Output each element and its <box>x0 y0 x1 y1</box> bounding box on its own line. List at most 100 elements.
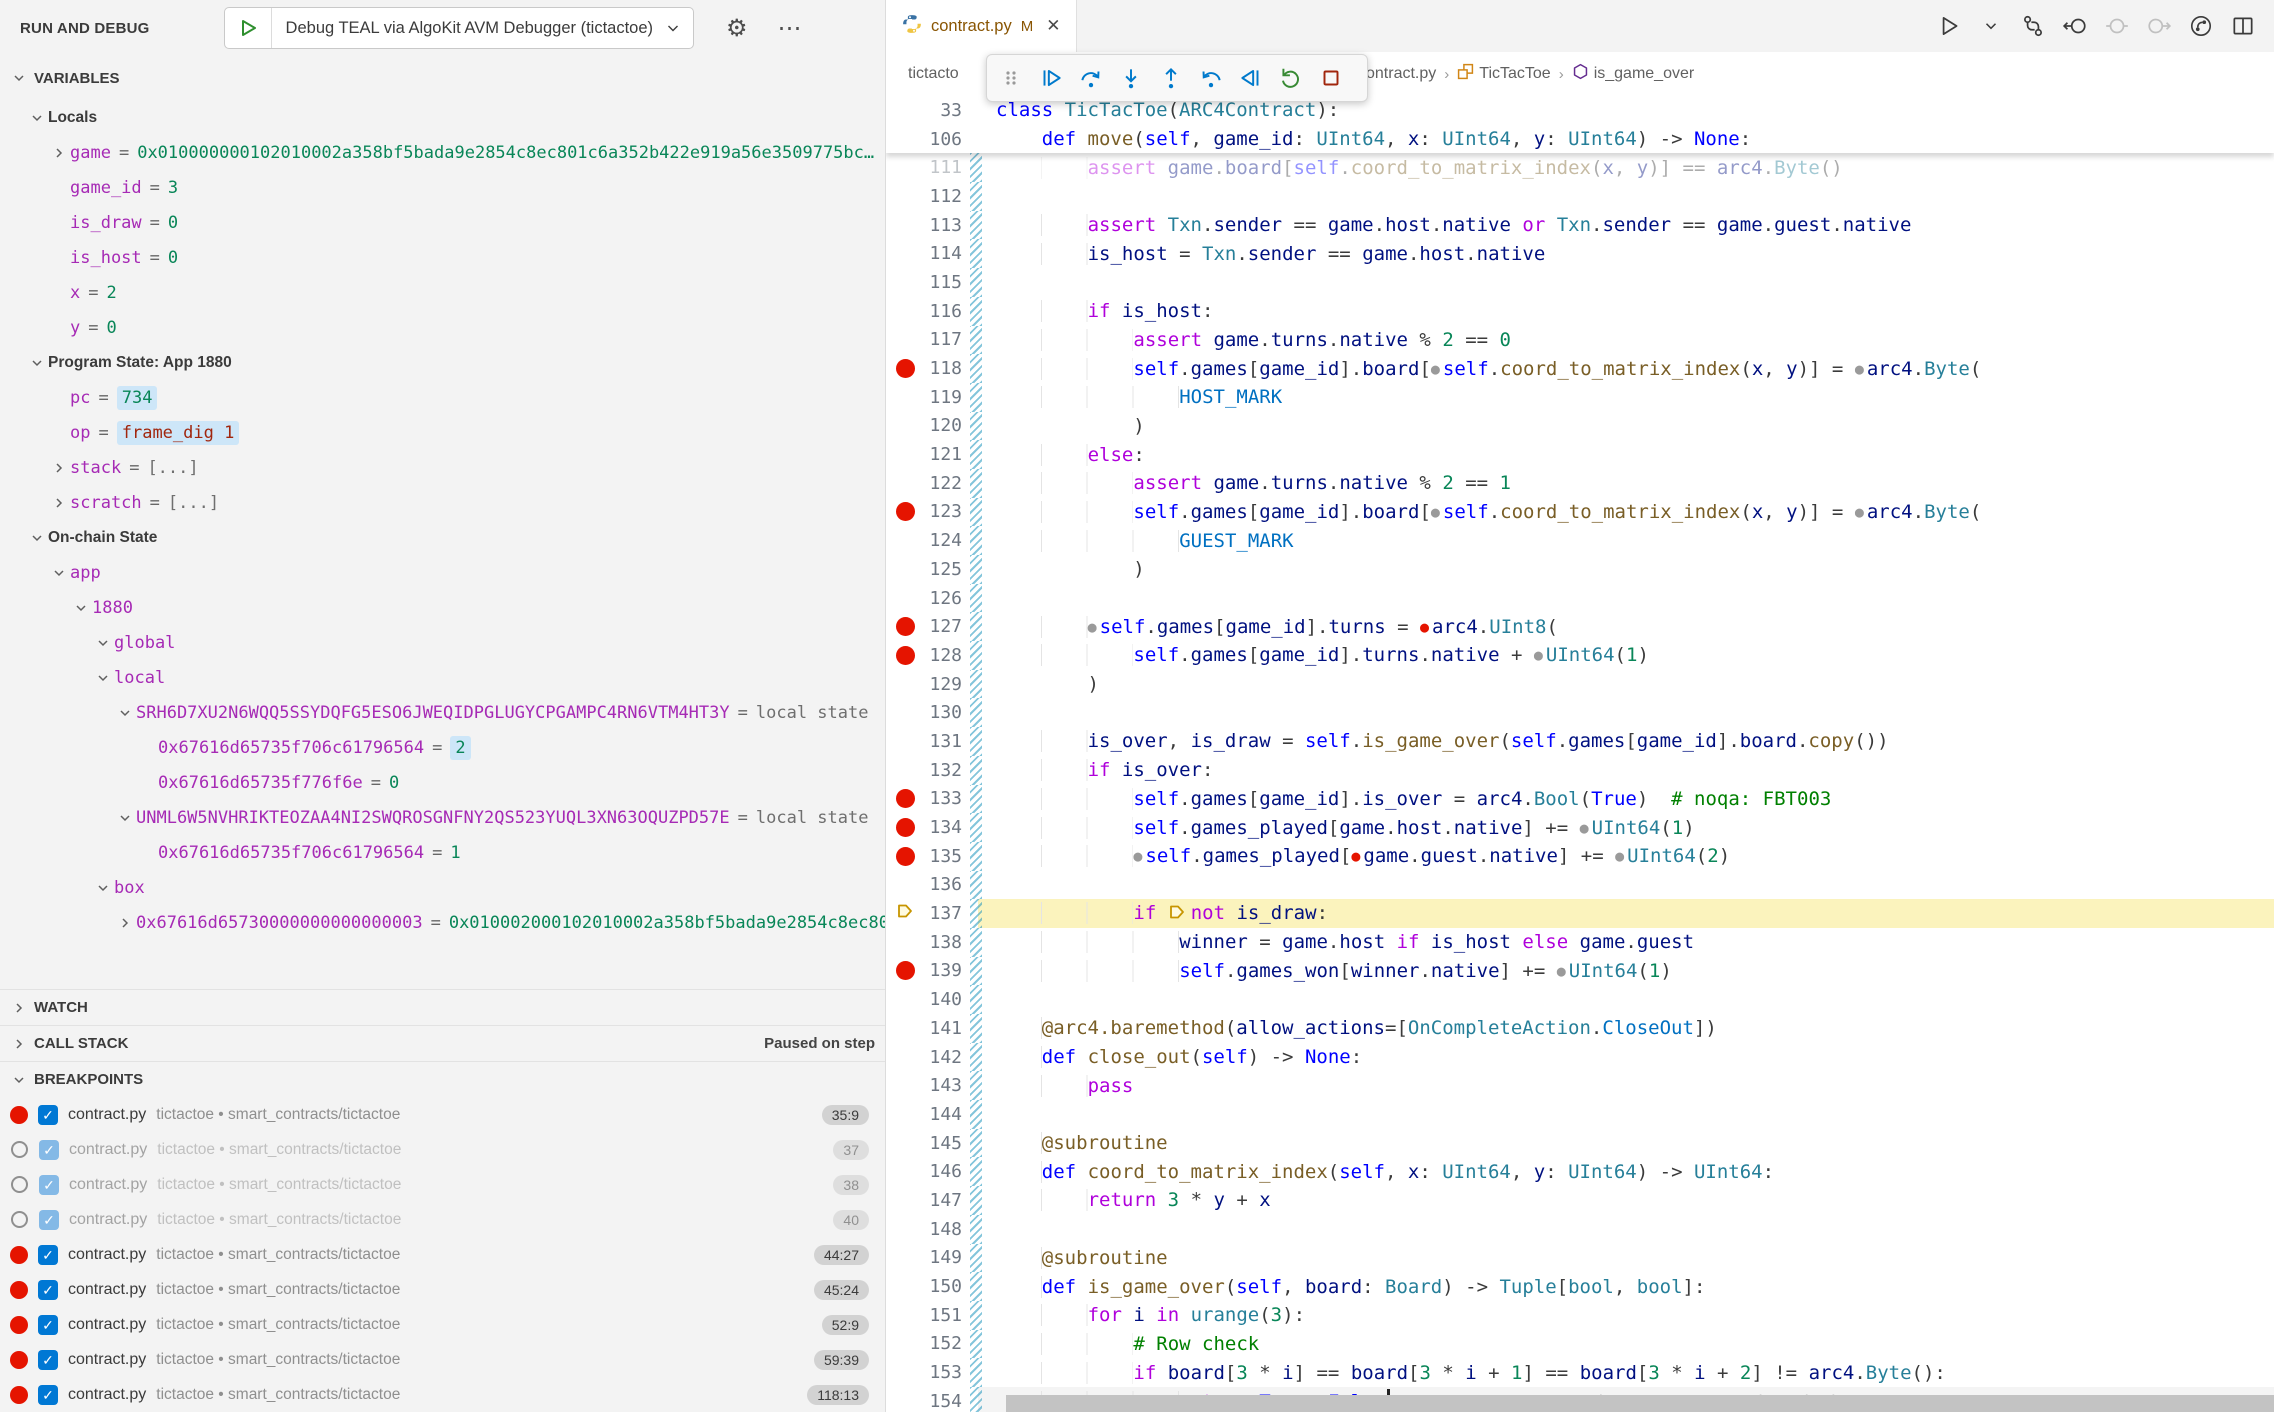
tree-item-0x67616d65735f706c617965[interactable]: 0x67616d65735f706c61796564=2 <box>0 730 885 765</box>
breadcrumb-item-TicTacToe[interactable]: TicTacToe <box>1457 63 1550 85</box>
tree-item-1880[interactable]: 1880 <box>0 590 885 625</box>
code-line-113[interactable]: 113 assert Txn.sender == game.host.nativ… <box>886 211 2274 240</box>
chevron-down-icon[interactable] <box>8 70 30 86</box>
inline-breakpoint-candidate-icon[interactable]: ● <box>1431 503 1440 521</box>
code-line-117[interactable]: 117 assert game.turns.native % 2 == 0 <box>886 326 2274 355</box>
breakpoint-icon[interactable] <box>896 359 915 378</box>
breakpoint-icon[interactable] <box>896 646 915 665</box>
breakpoint-icon[interactable] <box>896 789 915 808</box>
code-line-147[interactable]: 147 return 3 * y + x <box>886 1186 2274 1215</box>
code-line-153[interactable]: 153 if board[3 * i] == board[3 * i + 1] … <box>886 1358 2274 1387</box>
tree-item-is_draw[interactable]: is_draw=0 <box>0 205 885 240</box>
chevron-down-icon[interactable] <box>26 530 48 546</box>
tab-contract-py[interactable]: contract.py M ✕ <box>886 0 1077 52</box>
code-line-136[interactable]: 136 <box>886 871 2274 900</box>
tree-item-stack[interactable]: stack=[...] <box>0 450 885 485</box>
tree-item-x[interactable]: x=2 <box>0 275 885 310</box>
tree-item-UNML6W5NVHRIKTEOZAA4NI2S[interactable]: UNML6W5NVHRIKTEOZAA4NI2SWQROSGNFNY2QS523… <box>0 800 885 835</box>
horizontal-scrollbar[interactable] <box>1006 1395 2274 1412</box>
close-icon[interactable]: ✕ <box>1046 16 1060 36</box>
chevron-right-icon[interactable] <box>48 495 70 511</box>
code-line-128[interactable]: 128 self.games[game_id].turns.native + ●… <box>886 641 2274 670</box>
breakpoint-gutter[interactable] <box>886 502 924 521</box>
sticky-scroll[interactable]: 33class TicTacToe(ARC4Contract):106 def … <box>886 96 2274 153</box>
chevron-down-icon[interactable] <box>92 635 114 651</box>
source-graph-icon[interactable] <box>2184 9 2218 43</box>
variables-section-header[interactable]: VARIABLES <box>0 56 885 100</box>
stop-icon[interactable] <box>1311 58 1351 98</box>
inline-breakpoint-candidate-icon[interactable]: ● <box>1534 646 1543 664</box>
tree-item-op[interactable]: op=frame_dig 1 <box>0 415 885 450</box>
code-line-151[interactable]: 151 for i in urange(3): <box>886 1301 2274 1330</box>
code-line-123[interactable]: 123 self.games[game_id].board[●self.coor… <box>886 498 2274 527</box>
breakpoint-checkbox[interactable]: ✓ <box>38 1280 58 1300</box>
tree-item-game[interactable]: game=0x010000000102010002a358bf5bada9e28… <box>0 135 885 170</box>
chevron-down-icon[interactable] <box>92 670 114 686</box>
chevron-right-icon[interactable] <box>8 1036 30 1052</box>
breakpoint-checkbox[interactable]: ✓ <box>38 1245 58 1265</box>
debug-config-control[interactable]: Debug TEAL via AlgoKit AVM Debugger (tic… <box>224 7 694 49</box>
code-line-148[interactable]: 148 <box>886 1215 2274 1244</box>
breakpoint-gutter[interactable] <box>886 961 924 980</box>
code-line-135[interactable]: 135 ●self.games_played[●game.guest.nativ… <box>886 842 2274 871</box>
run-python-file-icon[interactable] <box>1932 9 1966 43</box>
run-dropdown-chevron-icon[interactable] <box>1974 9 2008 43</box>
code-line-120[interactable]: 120 ) <box>886 412 2274 441</box>
breakpoint-checkbox[interactable]: ✓ <box>39 1140 59 1160</box>
breakpoint-gutter[interactable] <box>886 789 924 808</box>
breakpoint-row[interactable]: ✓contract.pytictactoe • smart_contracts/… <box>0 1307 885 1342</box>
restart-icon[interactable] <box>1271 58 1311 98</box>
tree-item-is_host[interactable]: is_host=0 <box>0 240 885 275</box>
breakpoint-checkbox[interactable]: ✓ <box>38 1105 58 1125</box>
code-line-115[interactable]: 115 <box>886 268 2274 297</box>
code-line-129[interactable]: 129 ) <box>886 670 2274 699</box>
inline-breakpoint-icon[interactable]: ● <box>1351 847 1360 865</box>
grip-icon[interactable] <box>991 58 1031 98</box>
gear-icon[interactable]: ⚙ <box>726 14 748 43</box>
code-line-125[interactable]: 125 ) <box>886 555 2274 584</box>
code-line-124[interactable]: 124 GUEST_MARK <box>886 526 2274 555</box>
code-line-146[interactable]: 146 def coord_to_matrix_index(self, x: U… <box>886 1157 2274 1186</box>
breakpoint-checkbox[interactable]: ✓ <box>39 1175 59 1195</box>
breakpoint-icon[interactable] <box>896 617 915 636</box>
breakpoint-icon[interactable] <box>896 847 915 866</box>
code-line-131[interactable]: 131 is_over, is_draw = self.is_game_over… <box>886 727 2274 756</box>
breakpoint-checkbox[interactable]: ✓ <box>39 1210 59 1230</box>
chevron-down-icon[interactable] <box>8 1072 30 1088</box>
tree-item-app[interactable]: app <box>0 555 885 590</box>
ellipsis-icon[interactable]: ⋯ <box>778 14 804 43</box>
inline-breakpoint-candidate-icon[interactable]: ● <box>1088 618 1097 636</box>
code-line-137[interactable]: 137 if not is_draw: <box>886 899 2274 928</box>
code-line-139[interactable]: 139 self.games_won[winner.native] += ●UI… <box>886 957 2274 986</box>
step-over-icon[interactable] <box>1071 58 1111 98</box>
chevron-down-icon[interactable] <box>48 565 70 581</box>
code-line-142[interactable]: 142 def close_out(self) -> None: <box>886 1043 2274 1072</box>
tree-item-scratch[interactable]: scratch=[...] <box>0 485 885 520</box>
breadcrumb-item-contract.py[interactable]: contract.py <box>1358 65 1436 83</box>
inline-breakpoint-candidate-icon[interactable]: ● <box>1133 847 1142 865</box>
breakpoint-checkbox[interactable]: ✓ <box>38 1350 58 1370</box>
breakpoint-row[interactable]: ✓contract.pytictactoe • smart_contracts/… <box>0 1237 885 1272</box>
code-line-119[interactable]: 119 HOST_MARK <box>886 383 2274 412</box>
breakpoint-row[interactable]: ✓contract.pytictactoe • smart_contracts/… <box>0 1377 885 1412</box>
breakpoint-checkbox[interactable]: ✓ <box>38 1315 58 1335</box>
chevron-down-icon[interactable] <box>26 110 48 126</box>
chevron-right-icon[interactable] <box>114 915 136 931</box>
continue-icon[interactable] <box>1031 58 1071 98</box>
breakpoint-gutter[interactable] <box>886 646 924 665</box>
debug-config-dropdown[interactable]: Debug TEAL via AlgoKit AVM Debugger (tic… <box>272 19 663 38</box>
chevron-down-icon[interactable] <box>70 600 92 616</box>
inline-breakpoint-candidate-icon[interactable]: ● <box>1855 360 1864 378</box>
code-line-134[interactable]: 134 self.games_played[game.host.native] … <box>886 813 2274 842</box>
code-line-141[interactable]: 141 @arc4.baremethod(allow_actions=[OnCo… <box>886 1014 2274 1043</box>
breakpoints-section-header[interactable]: BREAKPOINTS <box>0 1061 885 1097</box>
breakpoint-icon[interactable] <box>896 502 915 521</box>
breakpoint-icon[interactable] <box>896 818 915 837</box>
chevron-down-icon[interactable] <box>92 880 114 896</box>
breakpoint-gutter[interactable] <box>886 902 924 925</box>
inline-breakpoint-candidate-icon[interactable]: ● <box>1615 847 1624 865</box>
split-editor-icon[interactable] <box>2226 9 2260 43</box>
breadcrumb-item-is_game_over[interactable]: is_game_over <box>1572 63 1695 85</box>
tree-item-On-chain State[interactable]: On-chain State <box>0 520 885 555</box>
start-debug-button[interactable] <box>225 8 272 48</box>
